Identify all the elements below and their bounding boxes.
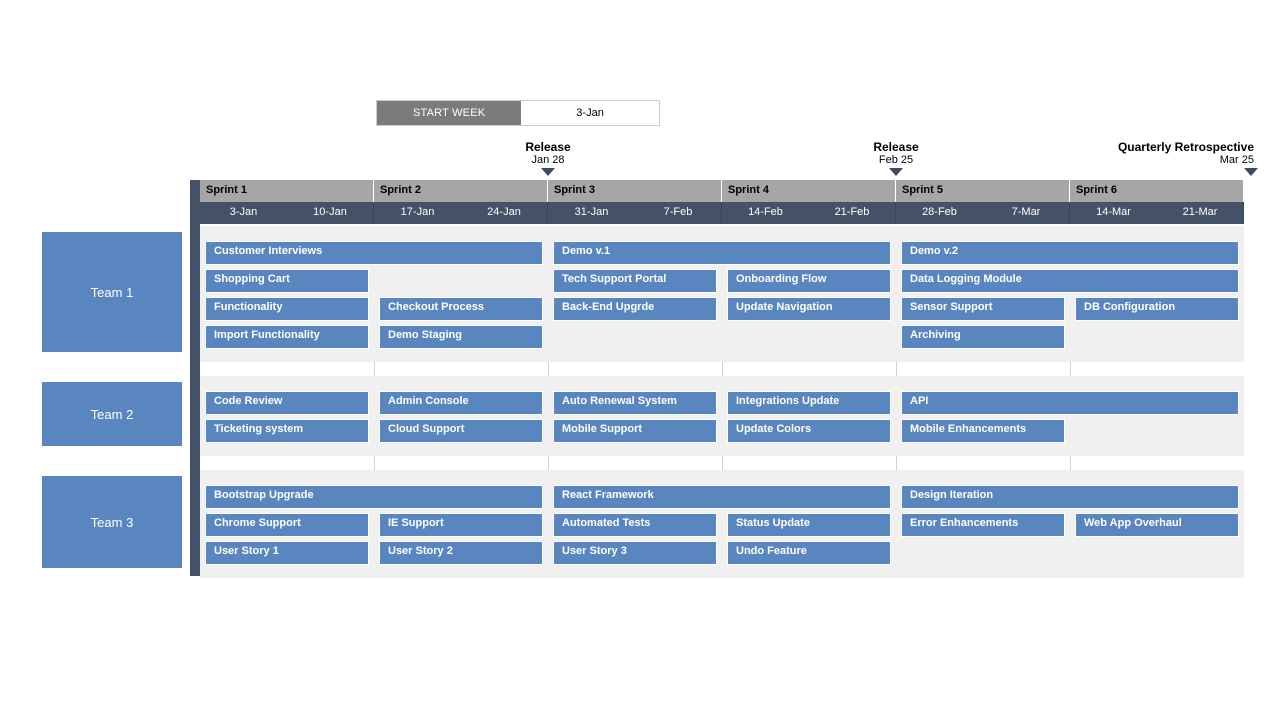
date-header-cell: 24-Jan	[461, 202, 548, 224]
task-bar[interactable]: Mobile Support	[554, 420, 716, 442]
swimlane-team-3: Bootstrap Upgrade Chrome Support User Stor…	[200, 470, 1244, 578]
task-bar[interactable]: Undo Feature	[728, 542, 890, 564]
task-bar[interactable]: Archiving	[902, 326, 1064, 348]
sprint-header-2: Sprint 2	[374, 180, 548, 202]
milestone-date: Jan 28	[468, 154, 628, 166]
milestone-marker: Quarterly RetrospectiveMar 25	[1094, 140, 1254, 176]
task-bar[interactable]: Customer Interviews	[206, 242, 542, 264]
task-bar[interactable]: Checkout Process	[380, 298, 542, 320]
milestone-date: Feb 25	[816, 154, 976, 166]
task-bar[interactable]: Update Navigation	[728, 298, 890, 320]
task-bar[interactable]: Demo v.2	[902, 242, 1238, 264]
date-header-cell: 3-Jan	[200, 202, 287, 224]
milestone-pointer-icon	[541, 168, 555, 176]
task-bar[interactable]: Cloud Support	[380, 420, 542, 442]
task-bar[interactable]: Web App Overhaul	[1076, 514, 1238, 536]
swimlane-team-1: Customer Interviews Shopping Cart Function…	[200, 226, 1244, 362]
team-label-1: Team 1	[42, 232, 182, 352]
lane-divider	[200, 362, 1244, 376]
gantt-left-edge	[190, 180, 200, 576]
task-bar[interactable]: Status Update	[728, 514, 890, 536]
date-header-cell: 7-Mar	[983, 202, 1070, 224]
task-bar[interactable]: Error Enhancements	[902, 514, 1064, 536]
sprint-header-4: Sprint 4	[722, 180, 896, 202]
date-header-cell: 10-Jan	[287, 202, 374, 224]
task-bar[interactable]: Functionality	[206, 298, 368, 320]
date-header-cell: 21-Mar	[1157, 202, 1244, 224]
milestone-pointer-icon	[1244, 168, 1258, 176]
sprint-header-3: Sprint 3	[548, 180, 722, 202]
gantt-grid: Sprint 1Sprint 2Sprint 3Sprint 4Sprint 5…	[200, 180, 1244, 576]
task-bar[interactable]: Admin Console	[380, 392, 542, 414]
start-week-value[interactable]: 3-Jan	[521, 101, 659, 125]
task-bar[interactable]: User Story 2	[380, 542, 542, 564]
task-bar[interactable]: Onboarding Flow	[728, 270, 890, 292]
date-header-cell: 14-Feb	[722, 202, 809, 224]
milestone-date: Mar 25	[1094, 154, 1254, 166]
milestone-title: Release	[468, 140, 628, 154]
milestone-marker: ReleaseFeb 25	[816, 140, 976, 176]
plan-area: Customer Interviews Shopping Cart Function…	[200, 224, 1244, 576]
date-header-cell: 17-Jan	[374, 202, 461, 224]
task-bar[interactable]: Mobile Enhancements	[902, 420, 1064, 442]
task-bar[interactable]: Automated Tests	[554, 514, 716, 536]
date-header-row: 3-Jan10-Jan17-Jan24-Jan31-Jan7-Feb14-Feb…	[200, 202, 1244, 224]
task-bar[interactable]: Update Colors	[728, 420, 890, 442]
lane-divider	[200, 456, 1244, 470]
milestone-marker: ReleaseJan 28	[468, 140, 628, 176]
swimlane-team-2: Code Review Ticketing system Admin Console…	[200, 376, 1244, 456]
task-bar[interactable]: Auto Renewal System	[554, 392, 716, 414]
task-bar[interactable]: Sensor Support	[902, 298, 1064, 320]
task-bar[interactable]: Import Functionality	[206, 326, 368, 348]
date-header-cell: 31-Jan	[548, 202, 635, 224]
date-header-cell: 28-Feb	[896, 202, 983, 224]
task-bar[interactable]: User Story 1	[206, 542, 368, 564]
task-bar[interactable]: Chrome Support	[206, 514, 368, 536]
milestone-title: Quarterly Retrospective	[1094, 140, 1254, 154]
sprint-header-6: Sprint 6	[1070, 180, 1244, 202]
task-bar[interactable]: DB Configuration	[1076, 298, 1238, 320]
task-bar[interactable]: Demo v.1	[554, 242, 890, 264]
task-bar[interactable]: IE Support	[380, 514, 542, 536]
date-header-cell: 14-Mar	[1070, 202, 1157, 224]
task-bar[interactable]: Design Iteration	[902, 486, 1238, 508]
task-bar[interactable]: Bootstrap Upgrade	[206, 486, 542, 508]
sprint-header-row: Sprint 1Sprint 2Sprint 3Sprint 4Sprint 5…	[200, 180, 1244, 202]
start-week-control: START WEEK 3-Jan	[376, 100, 660, 126]
task-bar[interactable]: Back-End Upgrde	[554, 298, 716, 320]
sprint-header-1: Sprint 1	[200, 180, 374, 202]
task-bar[interactable]: API	[902, 392, 1238, 414]
task-bar[interactable]: Integrations Update	[728, 392, 890, 414]
task-bar[interactable]: React Framework	[554, 486, 890, 508]
team-label-2: Team 2	[42, 382, 182, 446]
task-bar[interactable]: Shopping Cart	[206, 270, 368, 292]
task-bar[interactable]: Ticketing system	[206, 420, 368, 442]
team-label-3: Team 3	[42, 476, 182, 568]
task-bar[interactable]: User Story 3	[554, 542, 716, 564]
milestone-title: Release	[816, 140, 976, 154]
date-header-cell: 21-Feb	[809, 202, 896, 224]
sprint-header-5: Sprint 5	[896, 180, 1070, 202]
task-bar[interactable]: Code Review	[206, 392, 368, 414]
date-header-cell: 7-Feb	[635, 202, 722, 224]
milestone-pointer-icon	[889, 168, 903, 176]
task-bar[interactable]: Data Logging Module	[902, 270, 1238, 292]
start-week-label: START WEEK	[377, 101, 521, 125]
task-bar[interactable]: Tech Support Portal	[554, 270, 716, 292]
task-bar[interactable]: Demo Staging	[380, 326, 542, 348]
